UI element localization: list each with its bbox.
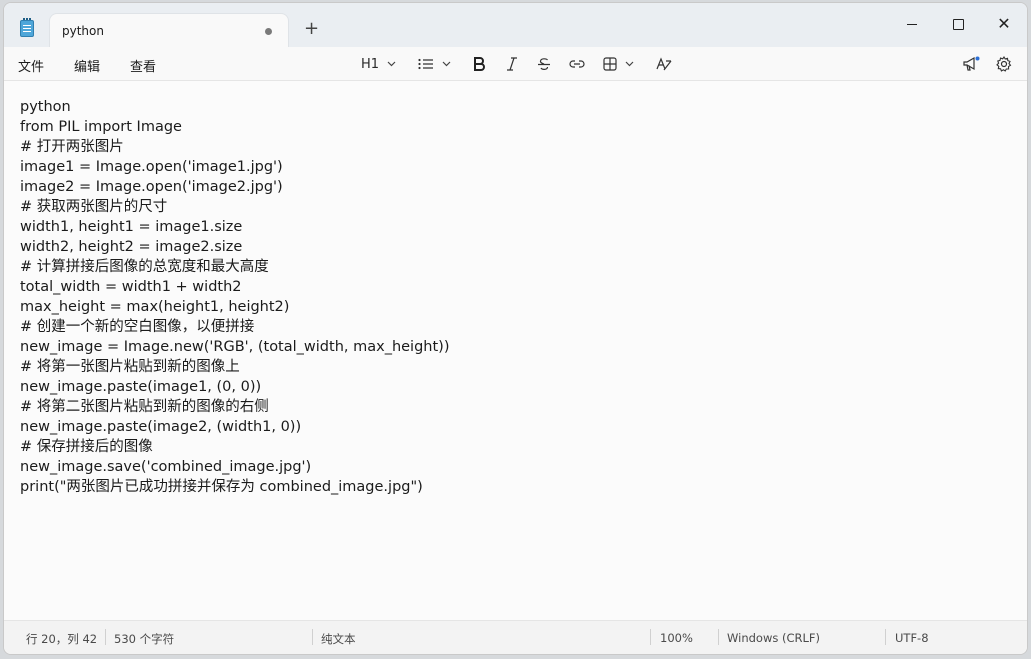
status-separator (312, 629, 313, 645)
code-line[interactable]: # 将第一张图片粘贴到新的图像上 (20, 357, 449, 377)
code-line[interactable]: new_image.paste(image1, (0, 0)) (20, 377, 449, 397)
code-line[interactable]: # 将第二张图片粘贴到新的图像的右侧 (20, 397, 449, 417)
notepad-app-icon (20, 18, 34, 37)
whats-new-button[interactable] (962, 54, 980, 74)
table-dropdown[interactable] (603, 54, 634, 74)
editor-content[interactable]: python from PIL import Image # 打开两张图片 image… (20, 97, 449, 497)
code-line[interactable]: width2, height2 = image2.size (20, 237, 449, 257)
italic-icon (507, 57, 517, 71)
bulleted-list-icon (418, 58, 433, 70)
settings-button[interactable] (996, 54, 1012, 74)
maximize-button[interactable] (935, 9, 981, 39)
code-line[interactable]: total_width = width1 + width2 (20, 277, 449, 297)
chevron-down-icon (442, 61, 451, 67)
minimize-icon (907, 23, 917, 25)
menu-view[interactable]: 查看 (130, 56, 156, 75)
new-tab-button[interactable]: + (304, 20, 319, 38)
menu-toolbar: 文件 编辑 查看 H1 (4, 47, 1027, 81)
gear-icon (996, 56, 1012, 72)
maximize-icon (952, 18, 964, 30)
code-line[interactable]: # 打开两张图片 (20, 137, 449, 157)
encoding[interactable]: UTF-8 (895, 631, 929, 645)
code-line[interactable]: new_image.save('combined_image.jpg') (20, 457, 449, 477)
status-separator (718, 629, 719, 645)
code-line[interactable]: from PIL import Image (20, 117, 449, 137)
code-line[interactable]: python (20, 97, 449, 117)
minimize-button[interactable] (889, 9, 935, 39)
link-button[interactable] (569, 54, 585, 74)
code-line[interactable]: width1, height1 = image1.size (20, 217, 449, 237)
unsaved-dot-icon[interactable] (265, 28, 272, 35)
status-bar: 行 20，列 42 530 个字符 纯文本 100% Windows (CRLF… (4, 620, 1027, 654)
code-line[interactable]: # 保存拼接后的图像 (20, 437, 449, 457)
status-separator (885, 629, 886, 645)
clear-formatting-button[interactable] (656, 54, 672, 74)
text-format[interactable]: 纯文本 (321, 631, 356, 647)
code-line[interactable]: max_height = max(height1, height2) (20, 297, 449, 317)
title-bar: python + ✕ (4, 3, 1027, 47)
close-icon: ✕ (997, 14, 1011, 33)
menu-edit[interactable]: 编辑 (74, 56, 100, 75)
code-line[interactable]: new_image.paste(image2, (width1, 0)) (20, 417, 449, 437)
table-icon (603, 57, 617, 71)
bold-button[interactable] (473, 54, 485, 74)
status-separator (650, 629, 651, 645)
chevron-down-icon (387, 61, 396, 67)
cursor-position: 行 20，列 42 (26, 632, 98, 646)
tab-title: python (62, 24, 104, 38)
italic-button[interactable] (506, 54, 518, 74)
line-ending[interactable]: Windows (CRLF) (727, 631, 820, 645)
code-line[interactable]: # 获取两张图片的尺寸 (20, 197, 449, 217)
code-line[interactable]: # 计算拼接后图像的总宽度和最大高度 (20, 257, 449, 277)
clear-formatting-icon (656, 57, 672, 71)
megaphone-icon (963, 56, 980, 71)
close-window-button[interactable]: ✕ (981, 9, 1027, 39)
strikethrough-button[interactable] (537, 54, 551, 74)
code-line[interactable]: print("两张图片已成功拼接并保存为 combined_image.jpg"… (20, 477, 449, 497)
code-line[interactable]: # 创建一个新的空白图像，以便拼接 (20, 317, 449, 337)
heading-dropdown[interactable]: H1 (361, 54, 396, 74)
code-line[interactable]: image1 = Image.open('image1.jpg') (20, 157, 449, 177)
strikethrough-icon (538, 58, 550, 70)
tab-python[interactable]: python (50, 14, 288, 47)
menu-file[interactable]: 文件 (18, 56, 44, 75)
status-separator (105, 629, 106, 645)
text-editor[interactable]: python from PIL import Image # 打开两张图片 image… (4, 81, 1027, 621)
bold-icon (474, 57, 485, 71)
notepad-window: python + ✕ 文件 编辑 查看 H1 python from PIL i… (3, 2, 1028, 655)
link-icon (569, 60, 585, 68)
character-count: 530 个字符 (114, 632, 175, 646)
heading-label: H1 (361, 56, 380, 72)
zoom-level[interactable]: 100% (660, 631, 693, 645)
code-line[interactable]: new_image = Image.new('RGB', (total_widt… (20, 337, 449, 357)
chevron-down-icon (625, 61, 634, 67)
list-dropdown[interactable] (418, 54, 451, 74)
code-line[interactable]: image2 = Image.open('image2.jpg') (20, 177, 449, 197)
